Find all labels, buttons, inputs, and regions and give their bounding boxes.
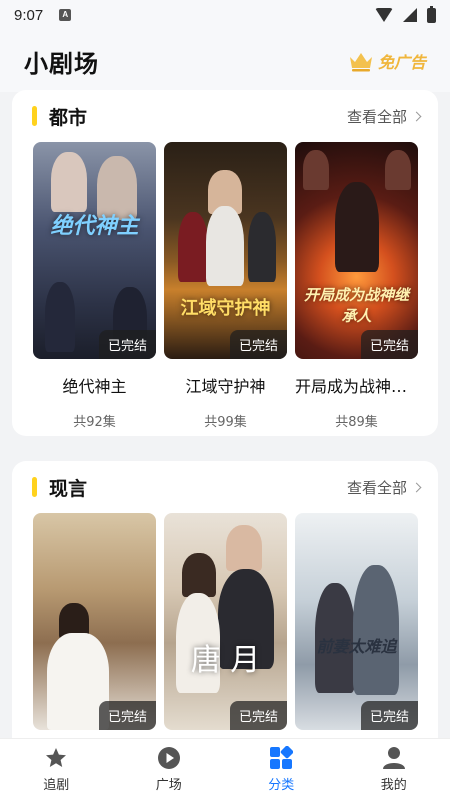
section-accent-bar	[32, 106, 37, 126]
status-time: 9:07	[14, 6, 44, 24]
view-all-link[interactable]: 查看全部	[346, 477, 422, 498]
poster-figure	[226, 525, 262, 571]
drama-card[interactable]: 已完结	[33, 513, 156, 730]
profile-icon	[382, 747, 405, 769]
drama-poster[interactable]: 绝代神主 已完结	[33, 142, 156, 359]
episode-count: 共92集	[73, 415, 116, 430]
status-badge: 已完结	[229, 330, 287, 359]
poster-figure	[303, 150, 329, 190]
poster-figure	[206, 206, 244, 286]
nav-label: 追剧	[43, 778, 70, 793]
nav-item-profile[interactable]: 我的	[338, 739, 450, 800]
drama-card[interactable]: 前妻太难追 已完结	[295, 513, 418, 730]
poster-title-art: 江域守护神	[180, 298, 271, 319]
section-title: 现言	[49, 477, 88, 500]
poster-title-art: 绝代神主	[50, 214, 139, 239]
poster-figure	[248, 212, 276, 282]
star-icon	[46, 748, 67, 767]
section-urban: 都市 查看全部 绝代神主 已完结 绝代神主 共92集 江域守护神 已完结 江域守…	[12, 90, 438, 436]
crown-icon	[349, 53, 372, 72]
app-header: 小剧场 免广告	[0, 30, 450, 92]
poster-figure	[335, 182, 379, 272]
chevron-right-icon	[411, 482, 422, 492]
poster-figure	[45, 282, 75, 352]
episode-count: 共89集	[335, 415, 378, 430]
play-icon	[157, 747, 180, 769]
nav-label: 我的	[380, 778, 407, 793]
bottom-nav: 追剧 广场 分类 我的	[0, 738, 450, 800]
drama-card[interactable]: 绝代神主 已完结 绝代神主 共92集	[33, 142, 156, 430]
status-badge: 已完结	[98, 330, 156, 359]
view-all-label: 查看全部	[346, 478, 407, 497]
drama-poster[interactable]: 已完结	[33, 513, 156, 730]
chevron-right-icon	[411, 111, 422, 121]
section-header: 现言 查看全部	[12, 461, 438, 513]
section-title: 都市	[49, 106, 88, 129]
poster-figure	[178, 212, 208, 282]
status-badge: 已完结	[360, 330, 418, 359]
section-accent-bar	[32, 477, 37, 497]
drama-card[interactable]: 唐 月 已完结	[164, 513, 287, 730]
ad-free-button[interactable]: 免广告	[348, 49, 426, 73]
drama-poster[interactable]: 前妻太难追 已完结	[295, 513, 418, 730]
ad-free-label: 免广告	[377, 53, 426, 72]
poster-title-art: 开局成为战神继承人	[303, 286, 409, 325]
status-badge: 已完结	[360, 701, 418, 730]
status-bar: 9:07 A	[0, 0, 450, 30]
section-romance: 现言 查看全部 已完结 唐 月 已完结 前妻太难追 已完结	[12, 461, 438, 761]
status-badge: 已完结	[229, 701, 287, 730]
drama-row: 已完结 唐 月 已完结 前妻太难追 已完结	[12, 513, 438, 730]
episode-count: 共99集	[204, 415, 247, 430]
poster-figure	[385, 150, 411, 190]
status-indicators	[375, 5, 436, 23]
category-icon	[270, 746, 294, 769]
notification-app-icon: A	[59, 9, 72, 21]
drama-card[interactable]: 江域守护神 已完结 江域守护神 共99集	[164, 142, 287, 430]
poster-figure	[182, 553, 216, 597]
poster-title-art: 前妻太难追	[316, 637, 397, 656]
poster-title-art: 唐 月	[190, 643, 261, 678]
view-all-link[interactable]: 查看全部	[346, 106, 422, 127]
nav-label: 分类	[268, 778, 295, 793]
drama-title[interactable]: 绝代神主	[33, 373, 156, 397]
view-all-label: 查看全部	[346, 107, 407, 126]
cellular-signal-icon	[403, 8, 417, 22]
drama-row: 绝代神主 已完结 绝代神主 共92集 江域守护神 已完结 江域守护神 共99集	[12, 142, 438, 430]
battery-icon	[427, 5, 436, 23]
nav-label: 广场	[155, 778, 182, 793]
drama-poster[interactable]: 开局成为战神继承人 已完结	[295, 142, 418, 359]
drama-title[interactable]: 江域守护神	[164, 373, 287, 397]
poster-figure	[51, 152, 87, 212]
page-title: 小剧场	[24, 49, 99, 78]
poster-figure	[353, 565, 399, 695]
status-badge: 已完结	[98, 701, 156, 730]
nav-item-plaza[interactable]: 广场	[113, 739, 226, 800]
nav-item-category[interactable]: 分类	[225, 739, 338, 800]
wifi-icon	[375, 8, 393, 22]
drama-poster[interactable]: 唐 月 已完结	[164, 513, 287, 730]
drama-poster[interactable]: 江域守护神 已完结	[164, 142, 287, 359]
nav-item-follow[interactable]: 追剧	[0, 739, 113, 800]
section-header: 都市 查看全部	[12, 90, 438, 142]
drama-title[interactable]: 开局成为战神继承人	[295, 373, 418, 397]
drama-card[interactable]: 开局成为战神继承人 已完结 开局成为战神继承人 共89集	[295, 142, 418, 430]
